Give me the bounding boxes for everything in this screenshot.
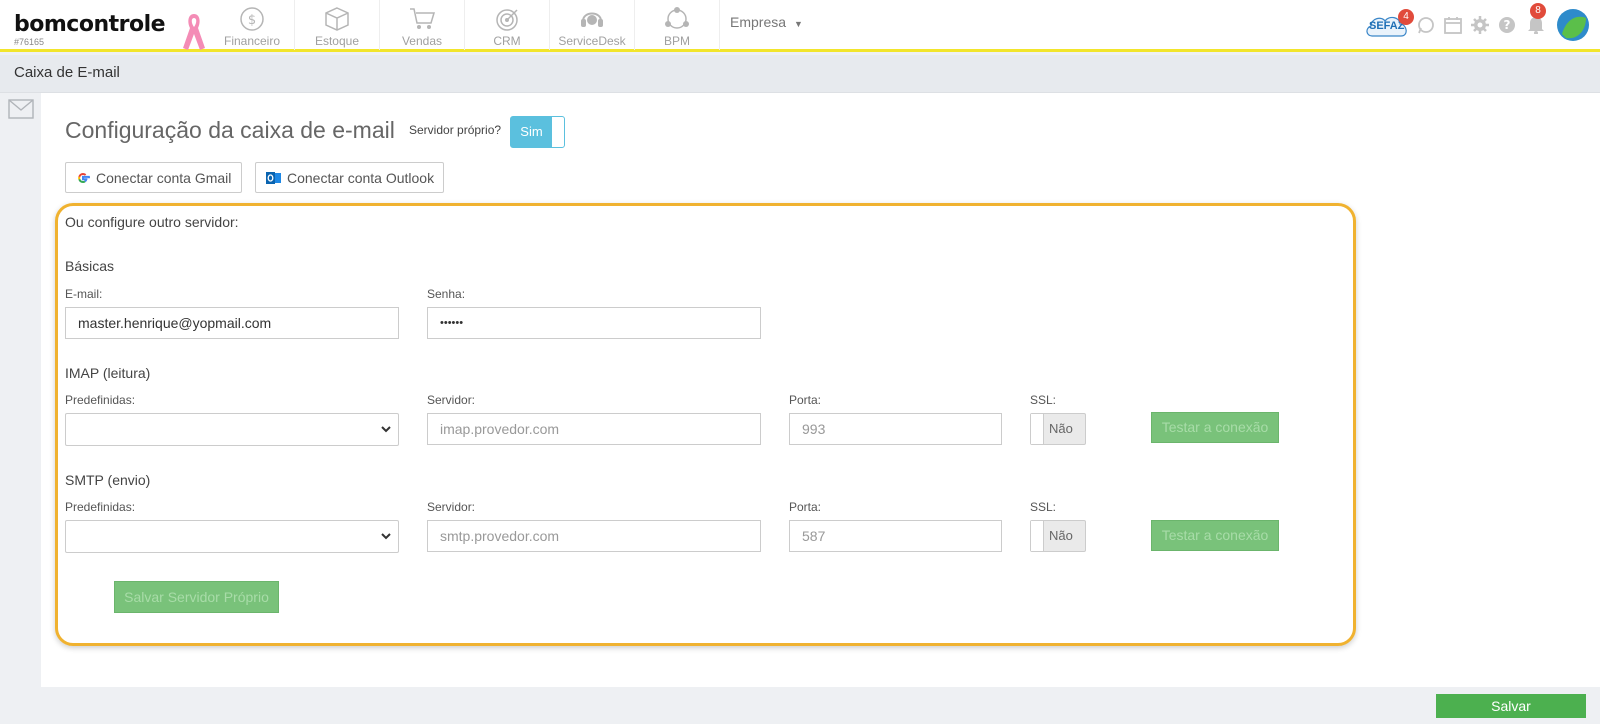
smtp-preset-select[interactable] [65, 520, 399, 553]
smtp-section-title: SMTP (envio) [65, 472, 151, 488]
cart-icon [410, 8, 436, 29]
page-header: Caixa de E-mail [0, 55, 1600, 93]
module-bpm[interactable]: BPM [635, 0, 720, 50]
whatsapp-icon[interactable] [1417, 16, 1435, 34]
smtp-ssl-toggle[interactable]: Não [1030, 520, 1086, 552]
module-label: BPM [663, 34, 690, 48]
other-server-label: Ou configure outro servidor: [65, 214, 239, 230]
app-logo[interactable]: bomcontrole [14, 12, 166, 37]
svg-text:?: ? [1504, 18, 1511, 32]
imap-section-title: IMAP (leitura) [65, 365, 151, 381]
module-label: Vendas [401, 34, 443, 48]
connect-gmail-label: Conectar conta Gmail [96, 169, 232, 186]
imap-ssl-value: Não [1049, 421, 1073, 436]
smtp-server-label: Servidor: [427, 500, 476, 514]
module-vendas[interactable]: Vendas [380, 0, 465, 50]
google-icon [78, 172, 90, 183]
notifications-badge: 8 [1530, 3, 1546, 19]
module-estoque[interactable]: Estoque [295, 0, 380, 50]
email-label: E-mail: [65, 287, 103, 301]
imap-ssl-label: SSL: [1030, 393, 1057, 407]
page-title: Caixa de E-mail [14, 64, 120, 81]
email-field[interactable]: master.henrique@yopmail.com [65, 307, 399, 339]
calendar-icon[interactable] [1444, 16, 1462, 34]
caret-down-icon: ▼ [794, 19, 803, 29]
chevron-down-icon [381, 426, 391, 433]
smtp-ssl-value: Não [1049, 528, 1073, 543]
basic-section-title: Básicas [65, 258, 115, 274]
module-label: Estoque [314, 34, 360, 48]
gear-icon[interactable] [1471, 16, 1489, 34]
account-code: #76165 [14, 37, 45, 47]
side-rail [0, 93, 41, 687]
top-bar: bomcontrole #76165 $ Financeiro Estoque … [0, 0, 1600, 52]
headset-icon [581, 12, 603, 27]
module-label: Financeiro [223, 34, 281, 48]
imap-server-label: Servidor: [427, 393, 476, 407]
sefaz-button[interactable]: SEFAZ 4 [1364, 9, 1414, 38]
toggle-knob [1031, 521, 1044, 551]
module-financeiro[interactable]: $ Financeiro [210, 0, 295, 50]
imap-preset-select[interactable] [65, 413, 399, 446]
imap-port-input[interactable]: 993 [789, 413, 1002, 445]
mail-icon[interactable] [8, 99, 34, 119]
own-server-toggle[interactable]: Sim [510, 116, 565, 148]
smtp-test-connection-button[interactable]: Testar a conexão [1151, 520, 1279, 551]
imap-preset-label: Predefinidas: [65, 393, 136, 407]
footer-bar [0, 687, 1600, 724]
imap-test-connection-button[interactable]: Testar a conexão [1151, 412, 1279, 443]
page-heading: Configuração da caixa de e-mail [65, 117, 395, 143]
network-icon [665, 7, 689, 29]
outlook-icon [266, 171, 281, 184]
svg-text:$: $ [248, 13, 256, 28]
module-servicedesk[interactable]: ServiceDesk [550, 0, 635, 50]
imap-port-label: Porta: [789, 393, 822, 407]
module-label: ServiceDesk [558, 34, 626, 48]
password-field[interactable]: •••••• [427, 307, 761, 339]
save-button[interactable]: Salvar [1436, 694, 1586, 718]
connect-outlook-button[interactable]: Conectar conta Outlook [255, 162, 444, 193]
imap-ssl-toggle[interactable]: Não [1030, 413, 1086, 445]
notifications-button[interactable]: 8 [1526, 3, 1546, 36]
chevron-down-icon [381, 533, 391, 540]
smtp-port-label: Porta: [789, 500, 822, 514]
smtp-server-input[interactable]: smtp.provedor.com [427, 520, 761, 552]
module-nav: $ Financeiro Estoque Vendas CRM ServiceD… [210, 0, 720, 50]
own-server-toggle-label: Sim [511, 117, 552, 147]
module-crm[interactable]: CRM [465, 0, 550, 50]
save-own-server-button[interactable]: Salvar Servidor Próprio [114, 581, 279, 613]
imap-server-input[interactable]: imap.provedor.com [427, 413, 761, 445]
company-menu[interactable]: Empresa ▼ [730, 14, 803, 30]
pink-ribbon-icon [183, 14, 205, 50]
help-icon[interactable]: ? [1498, 16, 1516, 34]
toggle-knob [1031, 414, 1044, 444]
avatar[interactable] [1556, 8, 1590, 42]
smtp-port-input[interactable]: 587 [789, 520, 1002, 552]
dollar-circle-icon: $ [240, 7, 264, 31]
connect-outlook-label: Conectar conta Outlook [287, 169, 435, 186]
sefaz-badge: 4 [1398, 9, 1414, 25]
connect-gmail-button[interactable]: Conectar conta Gmail [65, 162, 242, 193]
target-icon [496, 9, 518, 31]
company-menu-label: Empresa [730, 14, 787, 30]
box-icon [325, 7, 349, 31]
module-label: CRM [493, 34, 521, 48]
password-label: Senha: [427, 287, 466, 301]
smtp-ssl-label: SSL: [1030, 500, 1057, 514]
smtp-preset-label: Predefinidas: [65, 500, 136, 514]
own-server-label: Servidor próprio? [409, 123, 502, 137]
